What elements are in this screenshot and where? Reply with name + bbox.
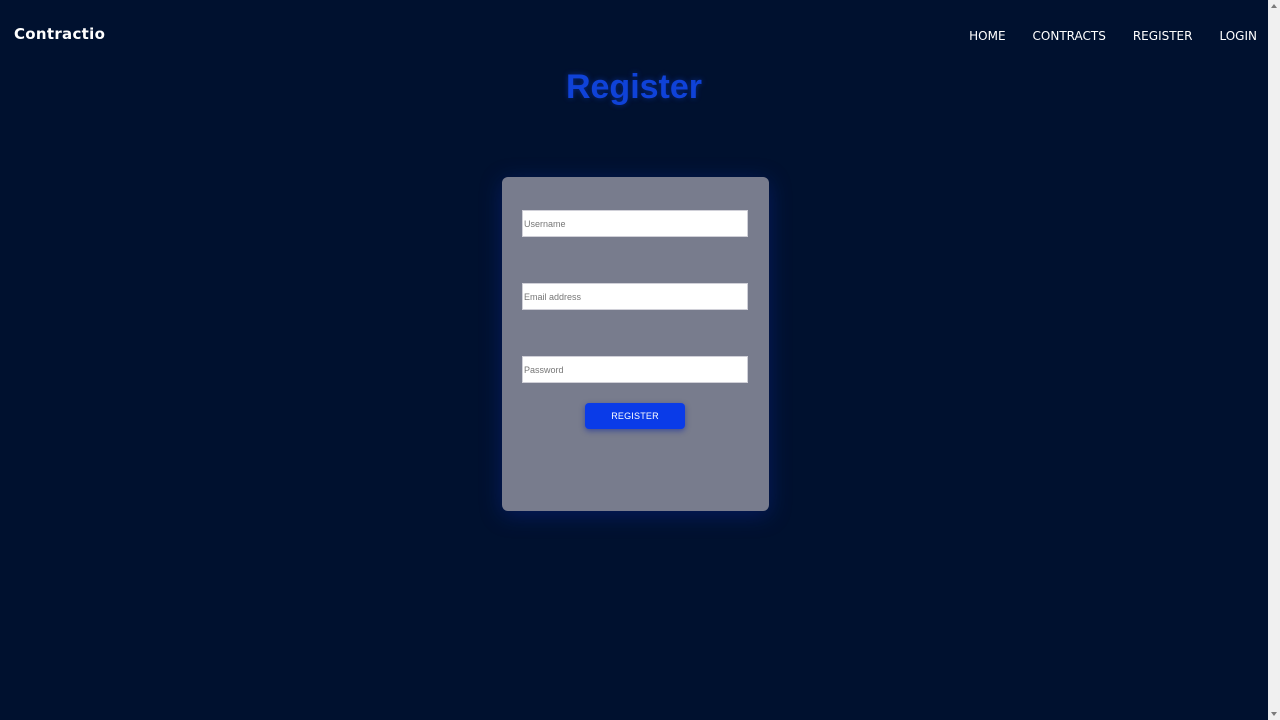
page-title: Register bbox=[565, 68, 703, 106]
password-input[interactable] bbox=[522, 356, 748, 383]
register-form: REGISTER bbox=[502, 177, 769, 511]
nav-contracts[interactable]: CONTRACTS bbox=[1033, 29, 1106, 43]
username-input[interactable] bbox=[522, 210, 748, 237]
nav-home[interactable]: HOME bbox=[969, 29, 1005, 43]
main-nav: HOME CONTRACTS REGISTER LOGIN bbox=[969, 29, 1257, 43]
vertical-scrollbar[interactable] bbox=[1268, 0, 1280, 720]
nav-register[interactable]: REGISTER bbox=[1133, 29, 1193, 43]
email-input[interactable] bbox=[522, 283, 748, 310]
brand-logo[interactable]: Contractio bbox=[14, 25, 105, 43]
register-page: Contractio HOME CONTRACTS REGISTER LOGIN… bbox=[0, 0, 1280, 720]
scroll-down-icon[interactable] bbox=[1271, 712, 1277, 716]
register-button[interactable]: REGISTER bbox=[585, 403, 685, 429]
scroll-up-icon[interactable] bbox=[1271, 4, 1277, 8]
nav-login[interactable]: LOGIN bbox=[1219, 29, 1257, 43]
